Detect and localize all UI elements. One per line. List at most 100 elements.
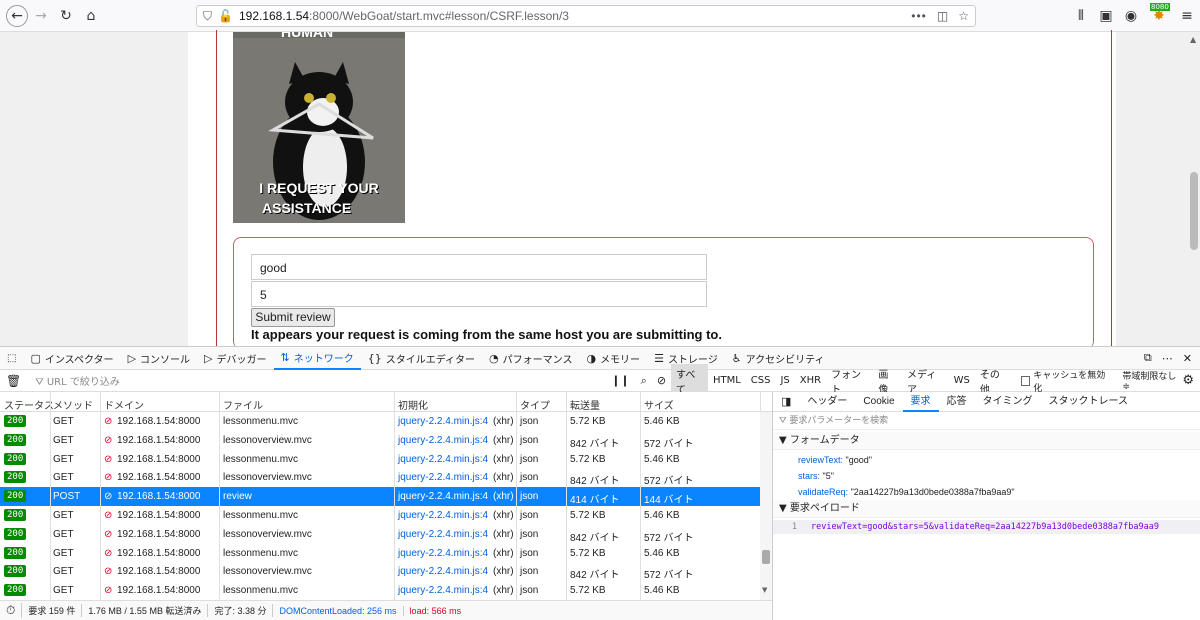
cell-initiator[interactable]: jquery-2.2.4.min.js:4 bbox=[398, 435, 488, 446]
column-separator[interactable] bbox=[640, 392, 641, 600]
stars-input[interactable]: 5 bbox=[251, 281, 707, 307]
review-text-input[interactable]: good bbox=[251, 254, 707, 280]
more-options-icon[interactable]: ⋯ bbox=[1157, 352, 1178, 365]
home-icon[interactable]: ⌂ bbox=[80, 5, 102, 27]
payload-section-header[interactable]: ▼ 要求ペイロード bbox=[773, 500, 1200, 518]
tab-cookies[interactable]: Cookie bbox=[855, 392, 902, 412]
tab-request[interactable]: 要求 bbox=[902, 392, 939, 412]
cell-initiator[interactable]: jquery-2.2.4.min.js:4 bbox=[398, 548, 488, 559]
url-filter-input[interactable]: ⛛ URL で絞り込み bbox=[27, 373, 605, 388]
form-value: "2aa14227b9a13d0bede0388a7fba9aa9" bbox=[850, 487, 1015, 497]
cell-initiator[interactable]: jquery-2.2.4.min.js:4 bbox=[398, 585, 488, 596]
col-status[interactable]: ステータス bbox=[4, 397, 54, 412]
cell-file: lessonoverview.mvc bbox=[223, 566, 312, 578]
throttle-select[interactable]: 帯域制限なし ≑ bbox=[1122, 369, 1182, 392]
filter-xhr[interactable]: XHR bbox=[795, 373, 826, 388]
tab-network[interactable]: ⇅ ネットワーク bbox=[273, 346, 361, 370]
timer-icon[interactable]: ⏱ bbox=[0, 603, 23, 618]
scroll-down-icon[interactable]: ▼ bbox=[762, 586, 767, 594]
col-file[interactable]: ファイル bbox=[223, 397, 263, 412]
tab-style-editor[interactable]: {} スタイルエディター bbox=[361, 346, 482, 370]
status-badge: 200 bbox=[4, 546, 27, 559]
table-row[interactable]: 200 ⊘ GET 192.168.1.54:8000 lessonmenu.mvc jq… bbox=[0, 544, 760, 563]
tab-timings[interactable]: タイミング bbox=[975, 392, 1041, 412]
tab-console[interactable]: ▷ コンソール bbox=[121, 346, 197, 370]
shield-icon[interactable]: ⛉ bbox=[203, 9, 212, 24]
tab-response[interactable]: 応答 bbox=[939, 392, 975, 412]
back-button-icon[interactable]: ← bbox=[6, 5, 28, 27]
submit-review-button[interactable]: Submit review bbox=[251, 308, 335, 327]
trash-icon[interactable]: 🗑 bbox=[0, 374, 27, 388]
proxy-extension-icon[interactable]: 8080 ✸ bbox=[1146, 3, 1172, 27]
table-row[interactable]: 200 ⊘ GET 192.168.1.54:8000 lessonoverview.m… bbox=[0, 468, 760, 487]
table-row[interactable]: 200 ⊘ GET 192.168.1.54:8000 lessonoverview.m… bbox=[0, 562, 760, 581]
tab-headers[interactable]: ヘッダー bbox=[799, 392, 855, 412]
cell-initiator[interactable]: jquery-2.2.4.min.js:4 bbox=[398, 529, 488, 540]
table-scrollbar[interactable]: ▼ bbox=[760, 412, 772, 600]
col-transferred[interactable]: 転送量 bbox=[570, 397, 600, 412]
table-row[interactable]: 200 ⊘ GET 192.168.1.54:8000 lessonmenu.mvc jq… bbox=[0, 581, 760, 600]
col-domain[interactable]: ドメイン bbox=[104, 397, 144, 412]
cell-initiator[interactable]: jquery-2.2.4.min.js:4 bbox=[398, 416, 488, 427]
table-row[interactable]: 200 ⊘ POST 192.168.1.54:8000 review jquery-2.… bbox=[0, 487, 760, 507]
col-size[interactable]: サイズ bbox=[644, 397, 674, 412]
filter-js[interactable]: JS bbox=[775, 373, 794, 388]
table-scroll-thumb[interactable] bbox=[762, 550, 770, 564]
reload-icon[interactable]: ↻ bbox=[55, 5, 77, 27]
tab-stack-trace[interactable]: スタックトレース bbox=[1041, 392, 1137, 412]
cell-initiator[interactable]: jquery-2.2.4.min.js:4 bbox=[398, 510, 488, 521]
insecure-lock-icon[interactable]: 🔓 bbox=[218, 9, 233, 23]
url-bar[interactable]: ⛉ 🔓 192.168.1.54:8000/WebGoat/start.mvc#… bbox=[196, 5, 976, 27]
checkbox-box[interactable] bbox=[1020, 375, 1031, 386]
table-row[interactable]: 200 ⊘ GET 192.168.1.54:8000 lessonoverview.m… bbox=[0, 525, 760, 544]
search-icon[interactable]: ⌕ bbox=[636, 374, 652, 388]
account-icon[interactable]: ◉ bbox=[1120, 5, 1142, 27]
pick-element-icon[interactable]: ⬚ bbox=[0, 346, 23, 370]
column-separator[interactable] bbox=[50, 392, 51, 600]
tab-performance[interactable]: ◔ パフォーマンス bbox=[482, 346, 579, 370]
col-initiator[interactable]: 初期化 bbox=[398, 397, 428, 412]
table-row[interactable]: 200 ⊘ GET 192.168.1.54:8000 lessonoverview.m… bbox=[0, 431, 760, 450]
settings-gear-icon[interactable]: ⚙ bbox=[1182, 373, 1200, 388]
table-row[interactable]: 200 ⊘ GET 192.168.1.54:8000 lessonmenu.mvc jq… bbox=[0, 506, 760, 525]
block-icon[interactable]: ⊘ bbox=[652, 374, 671, 387]
column-separator[interactable] bbox=[100, 392, 101, 600]
filter-ws[interactable]: WS bbox=[949, 373, 975, 388]
forward-button-icon[interactable]: → bbox=[30, 5, 52, 27]
column-separator[interactable] bbox=[566, 392, 567, 600]
column-separator[interactable] bbox=[516, 392, 517, 600]
tab-inspector[interactable]: ▢ インスペクター bbox=[23, 346, 120, 370]
console-icon: ▷ bbox=[127, 351, 137, 365]
page-scroll-thumb[interactable] bbox=[1190, 172, 1198, 250]
cell-initiator[interactable]: jquery-2.2.4.min.js:4 bbox=[398, 472, 488, 483]
cell-initiator[interactable]: jquery-2.2.4.min.js:4 bbox=[398, 566, 488, 577]
cell-initiator[interactable]: jquery-2.2.4.min.js:4 bbox=[398, 454, 488, 465]
form-data-section-header[interactable]: ▼ フォームデータ bbox=[773, 432, 1200, 450]
menu-icon[interactable]: ≡ bbox=[1176, 5, 1198, 27]
column-separator[interactable] bbox=[219, 392, 220, 600]
scroll-up-icon[interactable]: ▲ bbox=[1190, 35, 1196, 44]
pocket-icon[interactable]: ◫ bbox=[937, 9, 948, 23]
cell-method: POST bbox=[53, 491, 81, 503]
table-row[interactable]: 200 ⊘ GET 192.168.1.54:8000 lessonmenu.mvc jq… bbox=[0, 450, 760, 469]
sidebar-icon[interactable]: ▣ bbox=[1095, 5, 1117, 27]
table-row[interactable]: 200 ⊘ GET 192.168.1.54:8000 lessonmenu.mvc jq… bbox=[0, 412, 760, 431]
filter-html[interactable]: HTML bbox=[708, 373, 746, 388]
tab-memory[interactable]: ◑ メモリー bbox=[579, 346, 647, 370]
tab-accessibility[interactable]: ♿ アクセシビリティ bbox=[725, 346, 832, 370]
disable-cache-checkbox[interactable]: キャッシュを無効化 bbox=[1020, 368, 1109, 394]
tab-debugger[interactable]: ▷ デバッガー bbox=[197, 346, 273, 370]
cell-initiator[interactable]: jquery-2.2.4.min.js:4 bbox=[398, 491, 488, 502]
filter-css[interactable]: CSS bbox=[746, 373, 776, 388]
param-search-input[interactable]: ⛛ 要求パラメーターを検索 bbox=[773, 412, 1200, 430]
col-type[interactable]: タイプ bbox=[520, 397, 550, 412]
page-actions-icon[interactable]: ••• bbox=[911, 9, 927, 23]
dock-icon[interactable]: ⧉ bbox=[1139, 351, 1157, 365]
toggle-sidebar-icon[interactable]: ◨ bbox=[773, 392, 799, 412]
close-devtools-icon[interactable]: ✕ bbox=[1178, 352, 1200, 365]
bookmark-star-icon[interactable]: ☆ bbox=[958, 9, 969, 23]
pause-icon[interactable]: ❙❙ bbox=[605, 374, 635, 387]
col-method[interactable]: メソッド bbox=[53, 397, 93, 412]
column-separator[interactable] bbox=[394, 392, 395, 600]
library-icon[interactable]: ⫴ bbox=[1070, 5, 1092, 27]
